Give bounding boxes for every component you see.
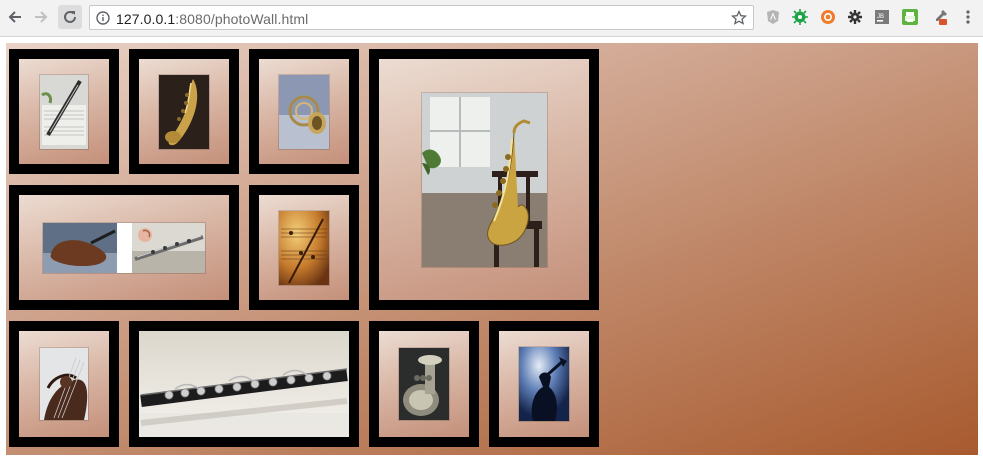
photo-frame[interactable]: [9, 321, 119, 447]
photo-frame-wide[interactable]: [129, 321, 359, 447]
eyedropper-extension-icon[interactable]: [931, 8, 949, 26]
sheet-music-photo[interactable]: [279, 210, 329, 285]
url-host: 127.0.0.1: [116, 11, 176, 27]
address-bar[interactable]: 127.0.0.1:8080/photoWall.html: [89, 5, 754, 30]
photo-frame-wide[interactable]: [9, 185, 239, 310]
browser-toolbar: 127.0.0.1:8080/photoWall.html JB: [0, 0, 983, 37]
photo-wall: [6, 43, 978, 455]
violin-scroll-photo[interactable]: [40, 348, 88, 420]
forward-arrow-icon[interactable]: [30, 6, 52, 28]
photo-mat: [139, 331, 349, 437]
photo-frame[interactable]: [249, 49, 359, 174]
svg-text:JB: JB: [877, 14, 884, 20]
photo-frame[interactable]: [9, 49, 119, 174]
photo-frame[interactable]: [129, 49, 239, 174]
gear-extension-icon[interactable]: [846, 8, 864, 26]
jb-extension-icon[interactable]: JB: [873, 8, 891, 26]
photo-mat: [19, 59, 109, 164]
angular-extension-icon[interactable]: [764, 8, 782, 26]
photo-mat: [19, 195, 229, 300]
bug-extension-icon[interactable]: [791, 8, 809, 26]
star-icon[interactable]: [730, 9, 748, 31]
printer-extension-icon[interactable]: [901, 8, 919, 26]
info-icon[interactable]: [96, 11, 110, 30]
saxophone-photo[interactable]: [159, 74, 209, 149]
photo-frame[interactable]: [489, 321, 599, 447]
page-content: [0, 43, 983, 462]
clarinet-sheet-music-photo[interactable]: [40, 74, 88, 149]
orange-extension-icon[interactable]: [819, 8, 837, 26]
photo-mat: [139, 59, 229, 164]
saxophone-on-chair-photo[interactable]: [421, 92, 547, 267]
french-horn-photo[interactable]: [279, 74, 329, 149]
clarinet-photo[interactable]: [139, 331, 349, 437]
photo-mat: [259, 195, 349, 300]
photo-mat: [499, 331, 589, 437]
tuba-photo[interactable]: [399, 348, 449, 420]
trumpet-player-photo[interactable]: [519, 347, 569, 421]
photo-frame[interactable]: [369, 321, 479, 447]
photo-frame-large[interactable]: [369, 49, 599, 310]
reload-icon[interactable]: [59, 6, 81, 28]
url-text: 127.0.0.1:8080/photoWall.html: [116, 11, 308, 27]
photo-mat: [19, 331, 109, 437]
kebab-menu-icon[interactable]: [959, 8, 977, 26]
photo-frame[interactable]: [249, 185, 359, 310]
photo-mat: [379, 331, 469, 437]
violin-and-flute-photo[interactable]: [43, 222, 205, 273]
photo-mat: [259, 59, 349, 164]
photo-mat: [379, 59, 589, 300]
url-path: :8080/photoWall.html: [175, 11, 309, 27]
back-arrow-icon[interactable]: [4, 6, 26, 28]
